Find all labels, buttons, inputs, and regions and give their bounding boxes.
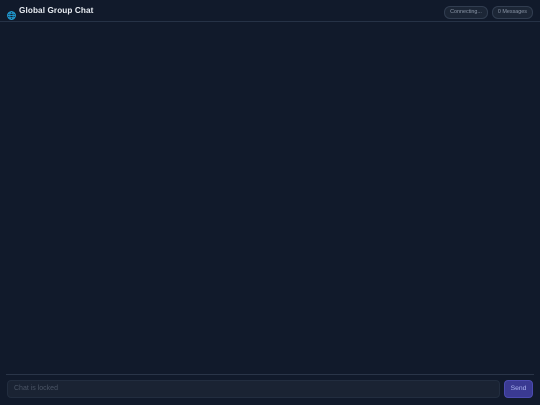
header-status-group: Connecting... 0 Messages: [444, 6, 533, 19]
page-title: Global Group Chat: [19, 6, 94, 15]
composer-divider: [6, 374, 534, 375]
brand: Global Group Chat: [7, 6, 94, 20]
chat-header: Global Group Chat Connecting... 0 Messag…: [0, 0, 540, 22]
send-button[interactable]: Send: [504, 380, 533, 398]
chat-app: Global Group Chat Connecting... 0 Messag…: [0, 0, 540, 405]
message-count-badge: 0 Messages: [491, 6, 533, 19]
globe-icon: [7, 7, 16, 20]
message-list[interactable]: [0, 23, 540, 373]
connection-status-badge: Connecting...: [444, 6, 488, 19]
message-input[interactable]: Chat is locked: [7, 380, 500, 398]
